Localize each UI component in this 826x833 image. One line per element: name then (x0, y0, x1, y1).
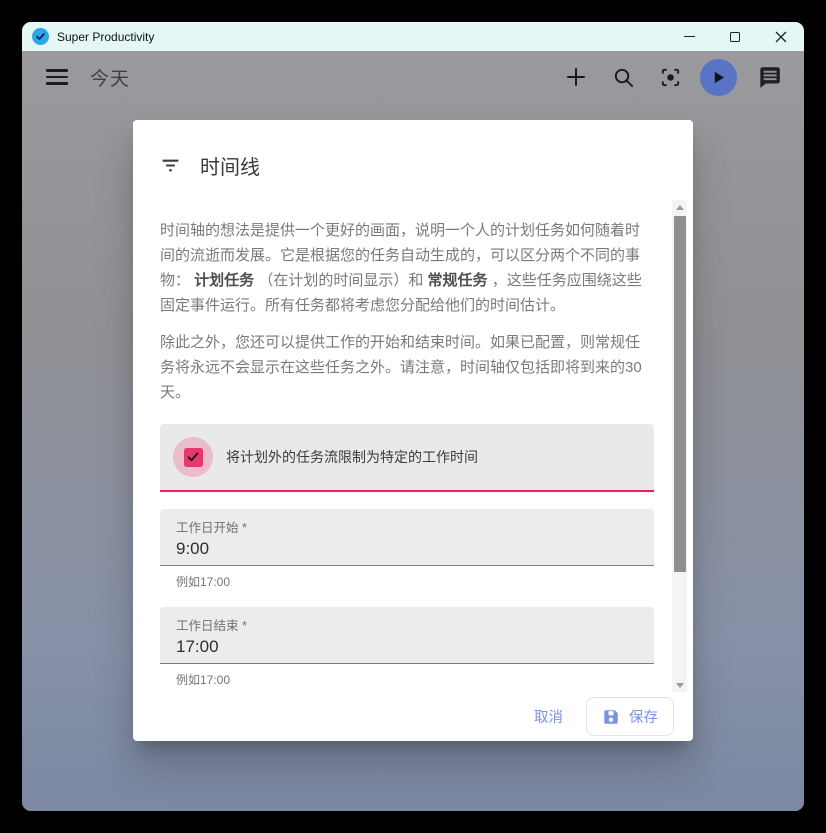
main-toolbar: 今天 (22, 51, 804, 103)
save-button[interactable]: 保存 (586, 697, 674, 736)
term-regular-tasks: 常规任务 (428, 272, 488, 289)
field-label: 工作日结束 * (176, 615, 638, 634)
field-hint: 例如17:00 (176, 573, 654, 590)
dialog-scroll-content: 时间轴的想法是提供一个更好的画面，说明一个人的计划任务如何随着时间的流逝而发展。… (133, 200, 693, 692)
intro-text: （在计划的时间显示）和 (254, 272, 427, 289)
timeline-filter-icon (160, 155, 181, 176)
play-icon[interactable] (700, 59, 737, 96)
workday-end-group: 工作日结束 * 17:00 例如17:00 (160, 607, 654, 688)
scroll-down-icon[interactable] (672, 678, 687, 692)
window-controls (666, 22, 804, 51)
dialog-scrollbar[interactable] (672, 200, 687, 692)
notes-icon[interactable] (754, 62, 784, 92)
dialog-footer: 取消 保存 (133, 692, 693, 741)
intro-paragraph-1: 时间轴的想法是提供一个更好的画面，说明一个人的计划任务如何随着时间的流逝而发展。… (160, 218, 654, 318)
timeline-dialog: 时间线 时间轴的想法是提供一个更好的画面，说明一个人的计划任务如何随着时间的流逝… (133, 120, 693, 741)
field-hint: 例如17:00 (176, 671, 654, 688)
field-value[interactable]: 17:00 (176, 637, 638, 657)
maximize-icon[interactable] (712, 22, 758, 51)
save-disk-icon (602, 708, 620, 726)
field-value[interactable]: 9:00 (176, 539, 638, 559)
page-title: 今天 (90, 64, 130, 91)
term-scheduled-tasks: 计划任务 (194, 272, 254, 289)
focus-mode-icon[interactable] (655, 62, 685, 92)
dialog-header: 时间线 (133, 120, 693, 200)
app-logo-check-icon (32, 28, 49, 45)
minimize-icon[interactable] (666, 22, 712, 51)
field-label: 工作日开始 * (176, 517, 638, 536)
add-icon[interactable] (561, 62, 591, 92)
work-hours-checkbox-row[interactable]: 将计划外的任务流限制为特定的工作时间 (160, 424, 654, 492)
checkbox-ripple[interactable] (173, 437, 213, 477)
search-icon[interactable] (608, 62, 638, 92)
titlebar: Super Productivity (22, 22, 804, 51)
work-hours-checkbox-label[interactable]: 将计划外的任务流限制为特定的工作时间 (226, 447, 478, 467)
dialog-title: 时间线 (200, 151, 260, 180)
window-title: Super Productivity (57, 30, 666, 44)
cancel-button[interactable]: 取消 (518, 697, 579, 736)
save-button-label: 保存 (629, 706, 658, 727)
app-window: Super Productivity 今天 (22, 22, 804, 811)
scroll-up-icon[interactable] (672, 200, 687, 214)
scrollbar-thumb[interactable] (674, 216, 686, 572)
workday-start-group: 工作日开始 * 9:00 例如17:00 (160, 509, 654, 590)
close-icon[interactable] (758, 22, 804, 51)
workday-end-field[interactable]: 工作日结束 * 17:00 (160, 607, 654, 664)
work-hours-checkbox[interactable] (184, 448, 203, 467)
workday-start-field[interactable]: 工作日开始 * 9:00 (160, 509, 654, 566)
intro-paragraph-2: 除此之外，您还可以提供工作的开始和结束时间。如果已配置，则常规任务将永远不会显示… (160, 330, 654, 405)
menu-icon[interactable] (46, 69, 68, 85)
